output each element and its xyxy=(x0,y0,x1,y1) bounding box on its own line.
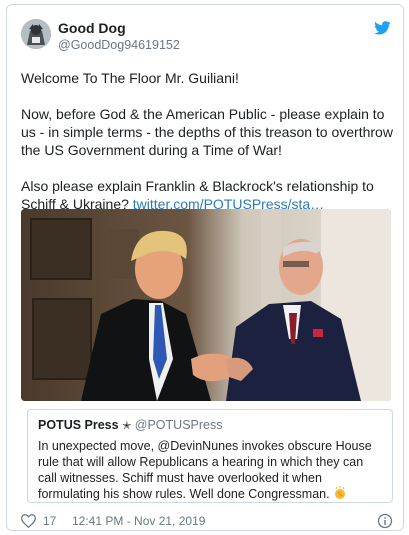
quoted-author-handle: @POTUSPress xyxy=(134,418,223,432)
tweet-timestamp[interactable]: 12:41 PM - Nov 21, 2019 xyxy=(72,513,205,529)
quoted-author-badge: ✭ xyxy=(122,420,132,432)
tweet-header: Good Dog @GoodDog94619152 xyxy=(21,19,391,55)
tweet-body: Welcome To The Floor Mr. Guiliani! Now, … xyxy=(21,69,393,231)
tweet-card: Good Dog @GoodDog94619152 Welcome To The… xyxy=(6,4,404,531)
quoted-tweet-header: POTUS Press ✭ @POTUSPress xyxy=(38,418,382,434)
clapping-hands-icon xyxy=(335,486,346,499)
author-display-name[interactable]: Good Dog xyxy=(58,20,180,37)
author-avatar[interactable] xyxy=(21,19,51,49)
like-count[interactable]: 17 xyxy=(43,513,56,529)
tweet-footer: 17 12:41 PM - Nov 21, 2019 xyxy=(21,513,393,531)
heart-icon[interactable] xyxy=(21,514,36,528)
tweet-paragraph: Now, before God & the American Public - … xyxy=(21,106,393,158)
quoted-tweet[interactable]: POTUS Press ✭ @POTUSPress In unexpected … xyxy=(27,409,393,503)
author-handle[interactable]: @GoodDog94619152 xyxy=(58,37,180,53)
info-icon[interactable] xyxy=(377,513,393,529)
twitter-bird-icon[interactable] xyxy=(374,21,391,35)
quoted-tweet-body: In unexpected move, @DevinNunes invokes … xyxy=(38,439,372,501)
author-names: Good Dog @GoodDog94619152 xyxy=(58,20,180,53)
photo-image xyxy=(21,209,391,401)
tweet-paragraph: Also please explain Franklin & Blackrock… xyxy=(21,177,393,213)
tweet-paragraph: Welcome To The Floor Mr. Guiliani! xyxy=(21,70,239,86)
tweet-photo[interactable] xyxy=(21,209,391,401)
quoted-author-name: POTUS Press xyxy=(38,418,119,432)
quoted-tweet-text: In unexpected move, @DevinNunes invokes … xyxy=(38,438,382,502)
